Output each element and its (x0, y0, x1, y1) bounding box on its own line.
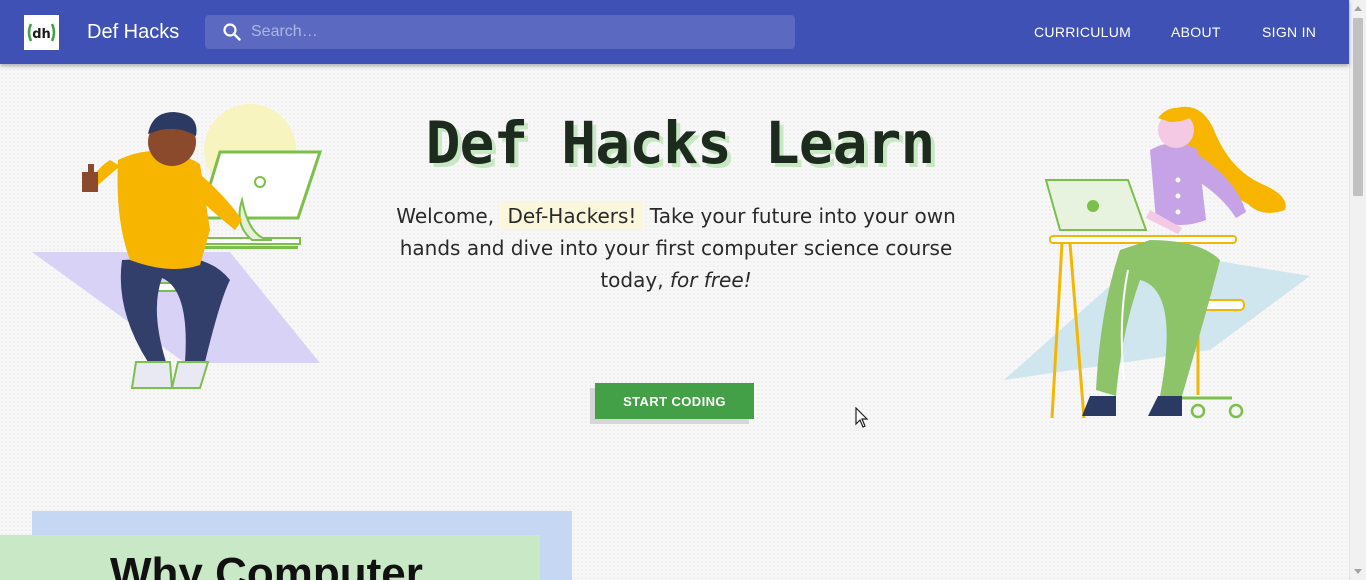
search-box[interactable] (205, 15, 795, 49)
welcome-text: Welcome, (396, 204, 495, 228)
why-section-heading: Why Computer (110, 549, 423, 580)
nav-curriculum[interactable]: CURRICULUM (1034, 24, 1131, 40)
brand-title[interactable]: Def Hacks (87, 19, 179, 45)
coder-illustration (32, 104, 323, 389)
search-icon (223, 23, 241, 41)
start-coding-button[interactable]: START CODING (595, 383, 754, 419)
app-bar: dh Def Hacks CURRICULUM ABOUT SIGN IN (0, 0, 1349, 64)
logo-text: dh (32, 27, 51, 42)
def-hackers-highlight: Def-Hackers! (500, 202, 644, 230)
scroll-thumb[interactable] (1353, 18, 1363, 196)
scroll-up-icon[interactable] (1354, 6, 1362, 11)
mouse-pointer-icon (855, 407, 869, 428)
hero-emphasis: for free! (669, 268, 752, 292)
hero-title: Def Hacks Learn (425, 109, 936, 177)
hero-description: Welcome, Def-Hackers! Take your future i… (366, 200, 986, 296)
nav-sign-in[interactable]: SIGN IN (1262, 24, 1316, 40)
page-scrollbar[interactable] (1349, 0, 1366, 580)
student-illustration (1004, 106, 1310, 419)
scroll-down-icon[interactable] (1354, 569, 1362, 574)
why-section-card: Why Computer (0, 535, 540, 580)
nav-about[interactable]: ABOUT (1171, 24, 1221, 40)
dh-logo-icon[interactable]: dh (24, 15, 59, 50)
search-input[interactable] (251, 15, 781, 49)
